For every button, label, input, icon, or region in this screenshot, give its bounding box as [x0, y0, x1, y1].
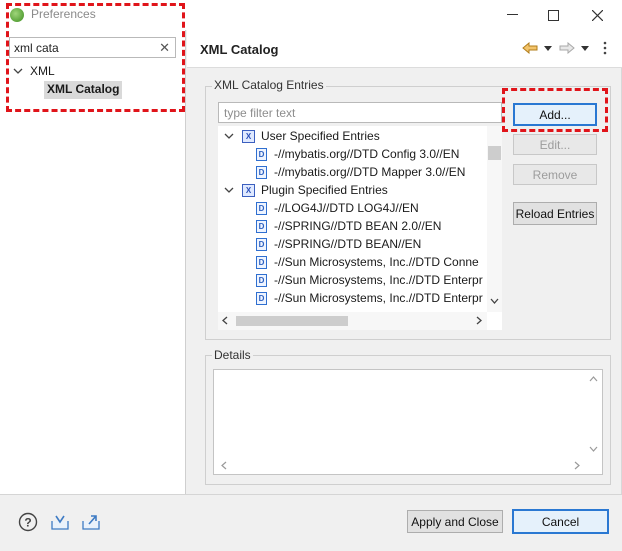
- highlight-annotation-add: [502, 88, 608, 132]
- entry-label: -//Sun Microsystems, Inc.//DTD Conne: [274, 255, 479, 269]
- chevron-down-icon[interactable]: [224, 185, 234, 195]
- list-item[interactable]: D -//SPRING//DTD BEAN//EN: [256, 235, 421, 253]
- close-window-button[interactable]: [582, 4, 612, 26]
- view-menu-icon[interactable]: [600, 41, 610, 55]
- list-item[interactable]: D -//Sun Microsystems, Inc.//DTD Enterpr: [256, 289, 483, 307]
- dtd-file-icon: D: [256, 255, 267, 269]
- list-item[interactable]: D -//mybatis.org//DTD Mapper 3.0//EN: [256, 163, 465, 181]
- apply-and-close-button[interactable]: Apply and Close: [407, 510, 503, 533]
- maximize-icon: [547, 9, 559, 21]
- dtd-file-icon: D: [256, 273, 267, 287]
- entry-label: -//Sun Microsystems, Inc.//DTD Enterpr: [274, 291, 483, 305]
- entries-filter-placeholder: type filter text: [224, 106, 296, 120]
- edit-entry-button[interactable]: Edit...: [513, 134, 597, 155]
- minimize-button[interactable]: [497, 4, 527, 26]
- entries-filter-input[interactable]: type filter text: [218, 102, 502, 123]
- scroll-left-icon[interactable]: [222, 316, 228, 325]
- list-item[interactable]: D -//Sun Microsystems, Inc.//DTD Conne: [256, 253, 479, 271]
- details-label: Details: [212, 348, 253, 362]
- entry-label: -//LOG4J//DTD LOG4J//EN: [274, 201, 419, 215]
- dtd-file-icon: D: [256, 201, 267, 215]
- remove-entry-button[interactable]: Remove: [513, 164, 597, 185]
- entries-horizontal-scrollbar[interactable]: [218, 312, 487, 330]
- forward-dropdown-icon[interactable]: [580, 41, 590, 55]
- dtd-file-icon: D: [256, 165, 267, 179]
- import-icon[interactable]: [50, 512, 70, 532]
- vertical-scroll-thumb[interactable]: [488, 146, 501, 160]
- tree-group-user-entries[interactable]: X User Specified Entries: [224, 127, 380, 145]
- list-item[interactable]: D -//mybatis.org//DTD Config 3.0//EN: [256, 145, 459, 163]
- svg-text:?: ?: [24, 516, 31, 530]
- dtd-file-icon: D: [256, 219, 267, 233]
- tree-group-plugin-entries[interactable]: X Plugin Specified Entries: [224, 181, 388, 199]
- dtd-file-icon: D: [256, 291, 267, 305]
- entry-label: -//Sun Microsystems, Inc.//DTD Enterpr: [274, 273, 483, 287]
- entry-label: -//SPRING//DTD BEAN//EN: [274, 237, 422, 251]
- horizontal-scroll-thumb[interactable]: [236, 316, 348, 326]
- export-icon[interactable]: [81, 512, 101, 532]
- details-text-area[interactable]: [213, 369, 603, 475]
- help-icon[interactable]: ?: [18, 512, 38, 532]
- scroll-left-icon[interactable]: [221, 461, 227, 470]
- back-dropdown-icon[interactable]: [543, 41, 553, 55]
- catalog-icon: X: [242, 129, 255, 143]
- page-title: XML Catalog: [200, 42, 279, 57]
- plugin-entries-label: Plugin Specified Entries: [261, 183, 388, 197]
- entries-vertical-scrollbar[interactable]: [487, 126, 502, 312]
- maximize-button[interactable]: [538, 4, 568, 26]
- reload-entries-button[interactable]: Reload Entries: [513, 202, 597, 225]
- scroll-up-icon[interactable]: [589, 376, 598, 382]
- cancel-button[interactable]: Cancel: [512, 509, 609, 534]
- list-item[interactable]: D -//Sun Microsystems, Inc.//DTD Enterpr: [256, 271, 483, 289]
- scroll-down-icon[interactable]: [589, 446, 598, 452]
- list-item[interactable]: D -//SPRING//DTD BEAN 2.0//EN: [256, 217, 441, 235]
- entry-label: -//SPRING//DTD BEAN 2.0//EN: [274, 219, 442, 233]
- user-entries-label: User Specified Entries: [261, 129, 380, 143]
- highlight-annotation-tree: [6, 3, 185, 112]
- minimize-icon: [506, 14, 518, 15]
- chevron-down-icon[interactable]: [224, 131, 234, 141]
- list-item[interactable]: D -//LOG4J//DTD LOG4J//EN: [256, 199, 419, 217]
- close-icon: [591, 9, 603, 21]
- scroll-right-icon[interactable]: [476, 316, 482, 325]
- scroll-down-icon[interactable]: [490, 298, 499, 304]
- entry-label: -//mybatis.org//DTD Mapper 3.0//EN: [274, 165, 466, 179]
- catalog-icon: X: [242, 183, 255, 197]
- scroll-right-icon[interactable]: [574, 461, 580, 470]
- back-arrow-icon[interactable]: [521, 41, 539, 55]
- catalog-entries-label: XML Catalog Entries: [212, 78, 326, 92]
- forward-arrow-icon[interactable]: [558, 41, 576, 55]
- dtd-file-icon: D: [256, 147, 267, 161]
- dtd-file-icon: D: [256, 237, 267, 251]
- catalog-entries-tree[interactable]: X User Specified Entries D -//mybatis.or…: [218, 126, 502, 330]
- entry-label: -//mybatis.org//DTD Config 3.0//EN: [274, 147, 460, 161]
